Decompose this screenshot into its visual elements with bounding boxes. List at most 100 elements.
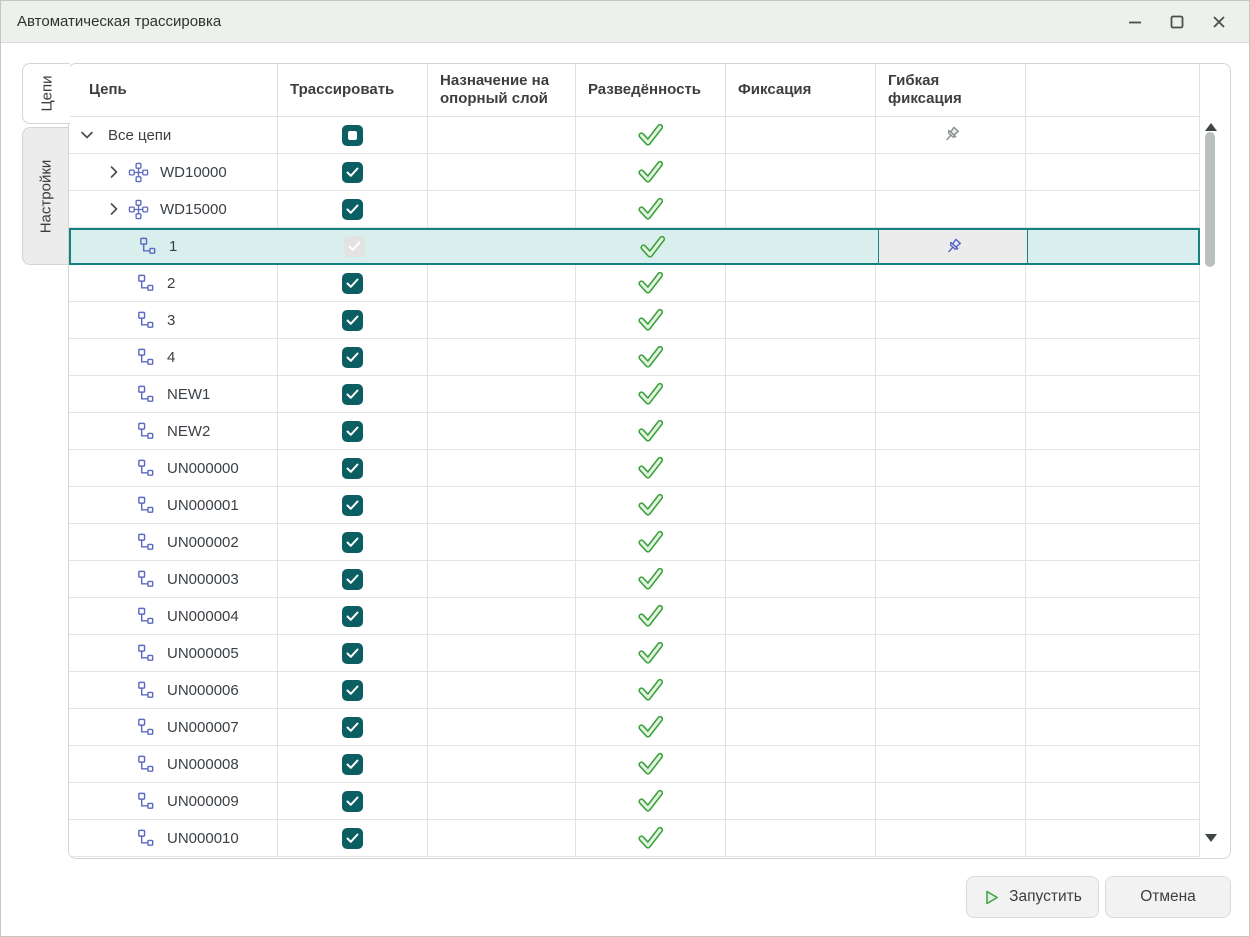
flex-fixation-cell[interactable] xyxy=(876,339,1026,375)
run-button[interactable]: Запустить xyxy=(966,876,1099,918)
column-header-route[interactable]: Трассировать xyxy=(278,64,428,117)
table-row[interactable]: UN000003 xyxy=(69,561,1200,598)
route-checkbox-cell[interactable] xyxy=(278,561,428,597)
table-row[interactable]: 2 xyxy=(69,265,1200,302)
fixation-cell[interactable] xyxy=(726,783,876,819)
scroll-down-icon[interactable] xyxy=(1205,834,1217,842)
flex-fixation-cell[interactable] xyxy=(876,154,1026,190)
fixation-cell[interactable] xyxy=(726,820,876,856)
chevron-down-icon[interactable] xyxy=(79,127,95,143)
route-checkbox-cell[interactable] xyxy=(278,820,428,856)
route-checkbox-cell[interactable] xyxy=(278,672,428,708)
flex-fixation-cell[interactable] xyxy=(876,487,1026,523)
fixation-cell[interactable] xyxy=(726,413,876,449)
route-checkbox[interactable] xyxy=(342,828,363,849)
table-row[interactable]: NEW1 xyxy=(69,376,1200,413)
flex-fixation-cell[interactable] xyxy=(876,783,1026,819)
flex-fixation-cell[interactable] xyxy=(878,230,1028,263)
ref-layer-cell[interactable] xyxy=(428,413,576,449)
net-name-cell[interactable]: UN000005 xyxy=(69,635,278,671)
fixation-cell[interactable] xyxy=(726,191,876,227)
ref-layer-cell[interactable] xyxy=(428,709,576,745)
ref-layer-cell[interactable] xyxy=(428,265,576,301)
flex-fixation-cell[interactable] xyxy=(876,450,1026,486)
column-header-net[interactable]: Цепь xyxy=(69,64,278,117)
route-checkbox[interactable] xyxy=(342,421,363,442)
ref-layer-cell[interactable] xyxy=(428,820,576,856)
ref-layer-cell[interactable] xyxy=(430,230,578,263)
route-checkbox[interactable] xyxy=(342,495,363,516)
route-checkbox-cell[interactable] xyxy=(278,709,428,745)
net-name-cell[interactable]: 2 xyxy=(69,265,278,301)
expander[interactable] xyxy=(106,164,122,180)
route-checkbox[interactable] xyxy=(344,236,365,257)
fixation-cell[interactable] xyxy=(728,230,878,263)
flex-fixation-cell[interactable] xyxy=(876,191,1026,227)
net-name-cell[interactable]: WD15000 xyxy=(69,191,278,227)
route-checkbox-cell[interactable] xyxy=(278,598,428,634)
column-header-fixation[interactable]: Фиксация xyxy=(726,64,876,117)
fixation-cell[interactable] xyxy=(726,598,876,634)
fixation-cell[interactable] xyxy=(726,339,876,375)
title-bar[interactable]: Автоматическая трассировка xyxy=(1,1,1249,43)
table-row[interactable]: NEW2 xyxy=(69,413,1200,450)
ref-layer-cell[interactable] xyxy=(428,450,576,486)
flex-fixation-cell[interactable] xyxy=(876,376,1026,412)
column-header-routed[interactable]: Разведённость xyxy=(576,64,726,117)
ref-layer-cell[interactable] xyxy=(428,191,576,227)
route-checkbox[interactable] xyxy=(342,643,363,664)
route-checkbox[interactable] xyxy=(342,199,363,220)
pin-icon[interactable] xyxy=(942,236,964,258)
table-row[interactable]: 4 xyxy=(69,339,1200,376)
fixation-cell[interactable] xyxy=(726,450,876,486)
net-name-cell[interactable]: UN000010 xyxy=(69,820,278,856)
chevron-right-icon[interactable] xyxy=(106,164,122,180)
table-row[interactable]: UN000000 xyxy=(69,450,1200,487)
net-name-cell[interactable]: WD10000 xyxy=(69,154,278,190)
close-button[interactable] xyxy=(1205,8,1233,36)
ref-layer-cell[interactable] xyxy=(428,117,576,153)
vertical-scrollbar[interactable] xyxy=(1203,117,1217,858)
flex-fixation-cell[interactable] xyxy=(876,524,1026,560)
table-row[interactable]: UN000001 xyxy=(69,487,1200,524)
route-checkbox[interactable] xyxy=(342,347,363,368)
cancel-button[interactable]: Отмена xyxy=(1105,876,1231,918)
route-checkbox[interactable] xyxy=(342,680,363,701)
column-header-extra[interactable] xyxy=(1026,64,1200,117)
net-name-cell[interactable]: Все цепи xyxy=(69,117,278,153)
net-name-cell[interactable]: 4 xyxy=(69,339,278,375)
route-checkbox[interactable] xyxy=(342,569,363,590)
fixation-cell[interactable] xyxy=(726,672,876,708)
maximize-button[interactable] xyxy=(1163,8,1191,36)
net-name-cell[interactable]: UN000006 xyxy=(69,672,278,708)
table-row[interactable]: 1 xyxy=(69,228,1200,265)
ref-layer-cell[interactable] xyxy=(428,487,576,523)
fixation-cell[interactable] xyxy=(726,746,876,782)
table-row[interactable]: WD15000 xyxy=(69,191,1200,228)
route-checkbox-cell[interactable] xyxy=(278,265,428,301)
route-checkbox-cell[interactable] xyxy=(278,783,428,819)
table-row[interactable]: UN000002 xyxy=(69,524,1200,561)
table-row[interactable]: UN000004 xyxy=(69,598,1200,635)
flex-fixation-cell[interactable] xyxy=(876,709,1026,745)
route-checkbox-cell[interactable] xyxy=(280,230,430,263)
route-checkbox-cell[interactable] xyxy=(278,413,428,449)
table-row[interactable]: UN000010 xyxy=(69,820,1200,857)
scroll-up-icon[interactable] xyxy=(1205,123,1217,131)
table-row[interactable]: Все цепи xyxy=(69,117,1200,154)
route-checkbox-cell[interactable] xyxy=(278,376,428,412)
table-row[interactable]: UN000007 xyxy=(69,709,1200,746)
table-row[interactable]: UN000005 xyxy=(69,635,1200,672)
flex-fixation-cell[interactable] xyxy=(876,635,1026,671)
route-checkbox-cell[interactable] xyxy=(278,487,428,523)
route-checkbox[interactable] xyxy=(342,532,363,553)
table-row[interactable]: UN000008 xyxy=(69,746,1200,783)
flex-fixation-cell[interactable] xyxy=(876,302,1026,338)
ref-layer-cell[interactable] xyxy=(428,376,576,412)
flex-fixation-cell[interactable] xyxy=(876,561,1026,597)
net-name-cell[interactable]: UN000002 xyxy=(69,524,278,560)
ref-layer-cell[interactable] xyxy=(428,672,576,708)
fixation-cell[interactable] xyxy=(726,302,876,338)
route-checkbox[interactable] xyxy=(342,384,363,405)
chevron-right-icon[interactable] xyxy=(106,201,122,217)
